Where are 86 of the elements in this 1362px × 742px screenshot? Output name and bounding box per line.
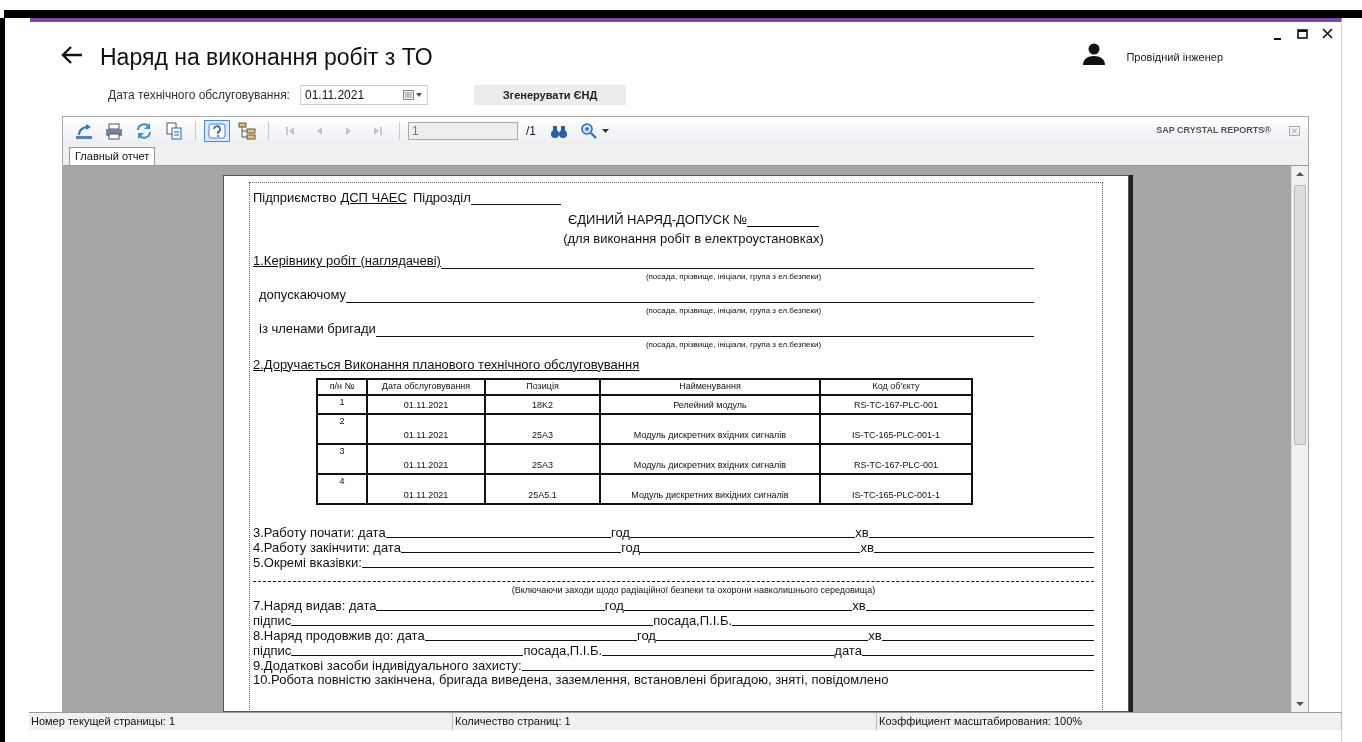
field-label: із членами бригади (259, 320, 376, 338)
table-cell: 01.11.2021 (367, 395, 485, 414)
user-icon (1082, 43, 1107, 65)
field-label: 4.Работу закінчити: дата (253, 541, 401, 555)
field-label: хв (855, 526, 869, 540)
field-label: 8.Наряд продовжив до: дата (253, 629, 425, 643)
hint-text: (посада, прізвище, ініціали, група з ел.безпеки) (645, 304, 822, 317)
field-label: хв (852, 599, 866, 613)
scroll-up-icon (1296, 171, 1304, 177)
table-cell: 18K2 (485, 395, 600, 414)
hint-text: (посада, прізвище, ініціали, група з ел.безпеки) (645, 270, 822, 283)
date-label: Дата технічного обслуговування: (108, 87, 290, 104)
form-title: ЄДИНИЙ НАРЯД-ДОПУСК № (567, 210, 748, 229)
table-cell: Релейний модуль (600, 395, 820, 414)
table-cell: 1 (317, 395, 367, 414)
field-label: дата (834, 644, 862, 658)
close-icon[interactable] (1322, 28, 1333, 39)
table-cell: Модуль дискретних вхідних сигналів (600, 444, 820, 474)
field-label: 5.Окремі вказівки: (253, 556, 362, 570)
window-title: Наряд на виконання робіт з ТО (100, 43, 433, 72)
hint-text: (посада, прізвище, ініціали, група з ел.безпеки) (645, 338, 822, 351)
user-name: Провідний інженер (1126, 50, 1223, 65)
table-cell: 01.11.2021 (367, 414, 485, 444)
copy-icon[interactable] (165, 121, 183, 140)
table-cell: 25A3 (485, 414, 600, 444)
field-label: 3.Работу почати: дата (253, 526, 386, 540)
field-label: 1.Керівнику робіт (наглядачеві) (253, 252, 441, 270)
scrollbar[interactable] (1291, 166, 1308, 712)
field-label: год (636, 629, 656, 643)
table-cell: 25A5.1 (485, 474, 600, 504)
table-cell: 3 (317, 444, 367, 474)
body-text: 10.Робота повністю закінчена, бригада виведена, заземлення, встановлені бригадою, зняті, повідомлено (253, 673, 889, 688)
table-cell: IS-TC-165-PLC-001-1 (820, 414, 972, 444)
field-label: год (604, 599, 624, 613)
field-label: год (610, 526, 630, 540)
table-cell: Модуль дискретних вхідних сигналів (600, 414, 820, 444)
page-total: /1 (526, 122, 536, 140)
report-tab[interactable]: Главный отчет (69, 147, 156, 165)
maximize-icon[interactable] (1297, 29, 1308, 39)
help-icon[interactable] (204, 119, 230, 142)
column-header: Позиція (485, 379, 600, 395)
table-cell: RS-TC-167-PLC-001 (820, 444, 972, 474)
field-label: год (621, 541, 641, 555)
field-label: 7.Наряд видав: дата (253, 599, 377, 613)
division-label: Підрозділ (412, 188, 471, 207)
enterprise-name: ДСП ЧАЕС (340, 188, 407, 207)
table-cell: IS-TC-165-PLC-001-1 (820, 474, 972, 504)
back-arrow-icon[interactable] (60, 45, 84, 65)
scroll-down-icon (1296, 701, 1304, 707)
status-text: Количество страниц: 1 (455, 714, 571, 730)
field-label: хв (860, 541, 874, 555)
status-text: Номер текущей страницы: 1 (31, 714, 176, 730)
field-label: допускаючому (259, 286, 346, 304)
field-label: посада,П.І.Б. (653, 614, 733, 628)
table-cell: 01.11.2021 (367, 474, 485, 504)
table-cell: Модуль дискретних вихідних сигналів (600, 474, 820, 504)
table-cell: 4 (317, 474, 367, 504)
column-header: Код об'єкту (820, 379, 972, 395)
column-header: п/н № (317, 379, 367, 395)
refresh-icon[interactable] (135, 121, 153, 140)
date-picker[interactable]: 01.11.2021 (299, 85, 428, 105)
field-label: підпис (253, 614, 292, 628)
generate-button[interactable]: Згенерувати ЄНД (473, 85, 626, 105)
field-label: підпис (253, 644, 292, 658)
printer-icon[interactable] (105, 121, 123, 140)
zoom-icon[interactable] (580, 121, 609, 140)
brand-label: SAP CRYSTAL REPORTS® (1156, 123, 1271, 137)
field-label: посада,П.І.Б. (523, 644, 603, 658)
enterprise-label: Підприємство (253, 188, 337, 207)
form-subtitle: (для виконання робіт в електроустановках) (563, 230, 824, 248)
tree-icon[interactable] (238, 121, 256, 140)
scroll-thumb[interactable] (1294, 185, 1306, 445)
table-cell: 2 (317, 414, 367, 444)
page-number-field[interactable]: 1 (408, 121, 518, 140)
status-text: Коэффициент масштабирования: 100% (879, 714, 1083, 730)
field-label: 9.Додаткові засоби індивідуального захисту: (253, 659, 522, 673)
calendar-icon (402, 90, 423, 100)
column-header: Найменування (600, 379, 820, 395)
table-cell: 01.11.2021 (367, 444, 485, 474)
field-label: хв (868, 629, 882, 643)
section-heading: 2.Доручається Виконання планового технічного обслуговування (253, 355, 640, 374)
table-cell: 25A3 (485, 444, 600, 474)
table-cell: RS-TC-167-PLC-001 (820, 395, 972, 414)
hint-text: (Включаючи заходи щодо радіаційної безпеки та охорони навколишнього середовища) (511, 584, 876, 598)
export-icon[interactable] (75, 121, 93, 140)
column-header: Дата обслуговування (367, 379, 485, 395)
